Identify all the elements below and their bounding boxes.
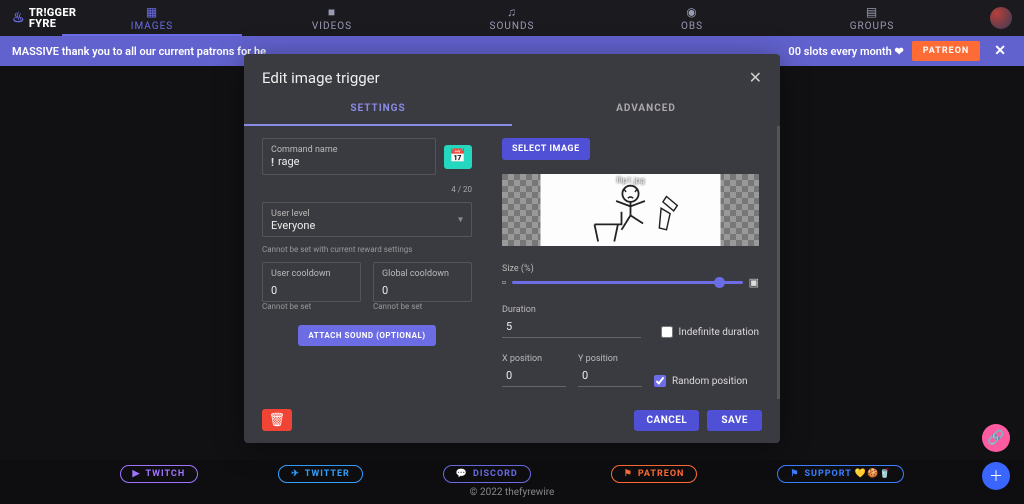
calendar-icon: 📅	[450, 149, 466, 164]
modal: Edit image trigger ✕ SETTINGS ADVANCED C…	[244, 54, 780, 443]
ypos-label: Y position	[578, 354, 642, 364]
global-cooldown-field[interactable]: Global cooldown	[373, 262, 472, 302]
command-name-field[interactable]: Command name !	[262, 138, 436, 175]
modal-header: Edit image trigger ✕	[244, 54, 780, 93]
modal-footer: 🗑 CANCEL SAVE	[244, 399, 780, 443]
command-name-label: Command name	[271, 145, 427, 155]
user-level-label: User level	[271, 209, 463, 219]
random-position-label: Random position	[672, 376, 748, 387]
user-level-field[interactable]: User level Everyone ▾	[262, 202, 472, 237]
preview-filename: flip1.jpg	[616, 176, 644, 185]
command-name-input[interactable]	[278, 155, 427, 170]
random-position-checkbox[interactable]	[654, 375, 666, 387]
user-cooldown-label: User cooldown	[271, 269, 352, 279]
cancel-button[interactable]: CANCEL	[634, 410, 699, 431]
global-cooldown-label: Global cooldown	[382, 269, 463, 279]
large-image-icon: ▣	[749, 276, 759, 289]
reward-button[interactable]: 📅	[444, 145, 472, 169]
modal-close-button[interactable]: ✕	[749, 68, 762, 87]
command-prefix: !	[271, 156, 274, 169]
modal-tabs: SETTINGS ADVANCED	[244, 93, 780, 126]
global-cooldown-input[interactable]	[382, 284, 463, 299]
xpos-input[interactable]	[502, 365, 566, 387]
indefinite-checkbox[interactable]	[661, 326, 673, 338]
small-image-icon: ▫	[502, 276, 506, 289]
right-column: SELECT IMAGE flip1.jpg Size (%)	[502, 138, 759, 387]
size-slider[interactable]	[512, 281, 743, 284]
global-cooldown-helper: Cannot be set	[373, 302, 472, 311]
user-cooldown-helper: Cannot be set	[262, 302, 361, 311]
tab-settings[interactable]: SETTINGS	[244, 93, 512, 126]
modal-backdrop: Edit image trigger ✕ SETTINGS ADVANCED C…	[0, 0, 1024, 504]
duration-label: Duration	[502, 305, 641, 315]
random-position-row[interactable]: Random position	[654, 375, 759, 387]
user-cooldown-field[interactable]: User cooldown	[262, 262, 361, 302]
save-button[interactable]: SAVE	[707, 410, 762, 431]
tab-advanced[interactable]: ADVANCED	[512, 93, 780, 126]
user-cooldown-input[interactable]	[271, 284, 352, 299]
select-image-button[interactable]: SELECT IMAGE	[502, 138, 590, 160]
duration-input[interactable]	[502, 316, 641, 338]
user-level-value: Everyone	[271, 219, 463, 234]
modal-body: Command name ! 📅 4 / 20 User level Every…	[244, 126, 780, 399]
indefinite-label: Indefinite duration	[679, 327, 759, 338]
trash-icon: 🗑	[269, 413, 286, 428]
chevron-down-icon: ▾	[458, 214, 463, 225]
left-column: Command name ! 📅 4 / 20 User level Every…	[262, 138, 472, 387]
user-level-helper: Cannot be set with current reward settin…	[262, 245, 472, 254]
image-preview[interactable]: flip1.jpg	[502, 174, 759, 246]
delete-button[interactable]: 🗑	[262, 409, 292, 431]
xpos-label: X position	[502, 354, 566, 364]
size-label: Size (%)	[502, 264, 759, 274]
modal-title: Edit image trigger	[262, 69, 380, 87]
attach-sound-button[interactable]: ATTACH SOUND (OPTIONAL)	[298, 325, 435, 346]
ypos-input[interactable]	[578, 365, 642, 387]
indefinite-duration-row[interactable]: Indefinite duration	[661, 326, 759, 338]
command-counter: 4 / 20	[262, 185, 472, 194]
